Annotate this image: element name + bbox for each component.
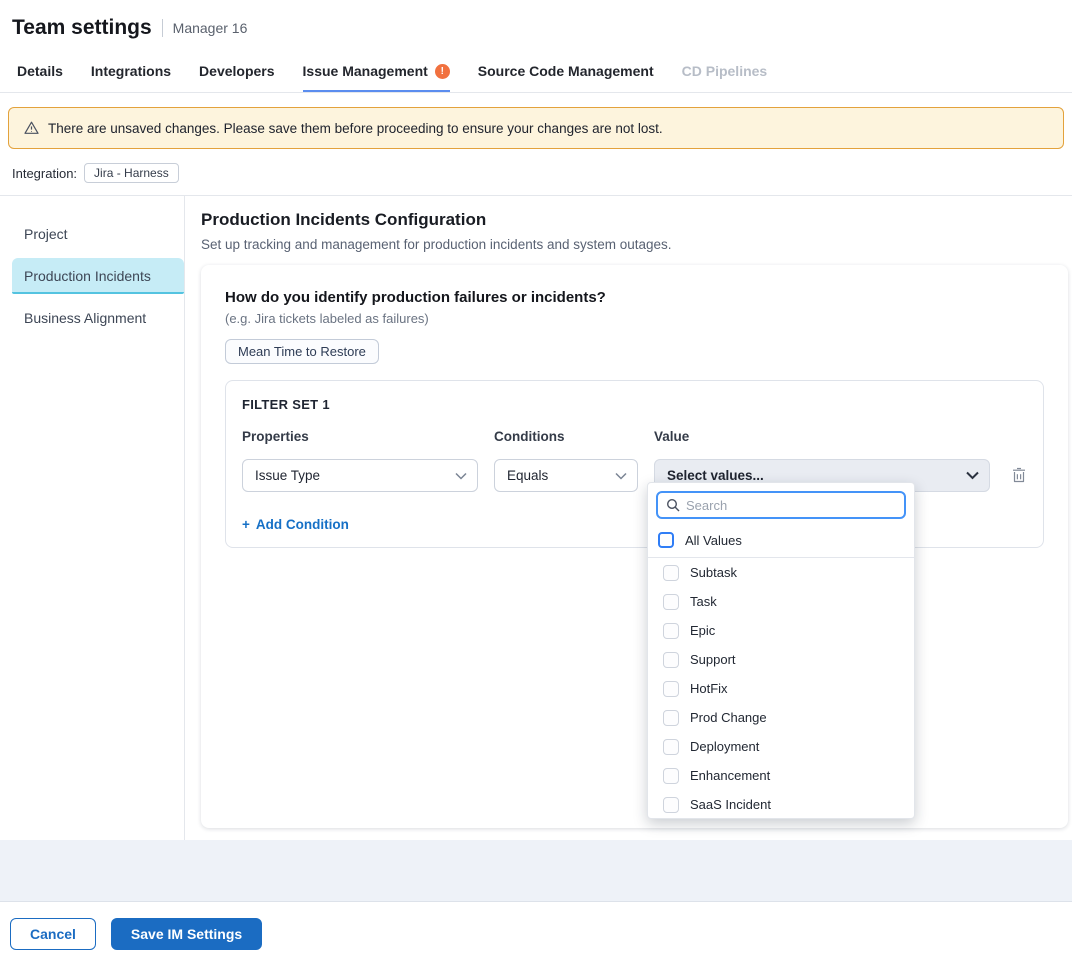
section-subtitle: Set up tracking and management for produ…: [201, 237, 1068, 252]
chevron-down-icon: [966, 471, 979, 480]
header-divider: [162, 19, 163, 37]
option-checkbox[interactable]: [663, 594, 679, 610]
cancel-button[interactable]: Cancel: [10, 918, 96, 950]
option-hotfix[interactable]: HotFix: [648, 674, 914, 703]
column-header-conditions: Conditions: [494, 429, 654, 444]
condition-select-value: Equals: [507, 468, 548, 483]
header-subtitle: Manager 16: [173, 20, 248, 36]
tab-developers[interactable]: Developers: [199, 52, 274, 92]
option-checkbox[interactable]: [663, 565, 679, 581]
value-select-placeholder: Select values...: [667, 468, 764, 483]
sidebar-item-business-alignment[interactable]: Business Alignment: [12, 300, 184, 336]
column-header-value: Value: [654, 429, 990, 444]
tab-label: Details: [17, 63, 63, 79]
config-card: How do you identify production failures …: [201, 265, 1068, 828]
option-epic[interactable]: Epic: [648, 616, 914, 645]
option-label: HotFix: [690, 681, 728, 696]
option-saas-incident[interactable]: SaaS Incident: [648, 790, 914, 819]
sidebar-item-production-incidents[interactable]: Production Incidents: [12, 258, 184, 294]
integration-row: Integration: Jira - Harness: [0, 161, 1072, 195]
tab-label: Integrations: [91, 63, 171, 79]
value-dropdown-panel: All Values Subtask Task Epic Support: [647, 482, 915, 819]
option-label: Epic: [690, 623, 715, 638]
option-label: Prod Change: [690, 710, 767, 725]
alert-badge: !: [435, 64, 450, 79]
option-label: Task: [690, 594, 717, 609]
search-input[interactable]: [686, 498, 896, 513]
tab-label: Source Code Management: [478, 63, 654, 79]
option-checkbox[interactable]: [663, 623, 679, 639]
trash-icon: [1011, 467, 1027, 484]
option-label: Support: [690, 652, 736, 667]
filter-set-card: FILTER SET 1 Properties Conditions Value…: [225, 380, 1044, 548]
sidebar-item-project[interactable]: Project: [12, 216, 184, 252]
sidebar: Project Production Incidents Business Al…: [0, 196, 185, 840]
add-condition-label: Add Condition: [256, 517, 349, 532]
page-title: Team settings: [12, 16, 152, 40]
integration-label: Integration:: [12, 166, 77, 181]
metric-chip-mean-time-to-restore[interactable]: Mean Time to Restore: [225, 339, 379, 364]
option-checkbox[interactable]: [663, 768, 679, 784]
footer-actions: Cancel Save IM Settings: [0, 902, 1072, 966]
page-header: Team settings Manager 16: [0, 0, 1072, 52]
search-icon: [666, 498, 680, 512]
question-title: How do you identify production failures …: [225, 289, 1044, 306]
option-task[interactable]: Task: [648, 587, 914, 616]
settings-tabbar: Details Integrations Developers Issue Ma…: [0, 52, 1072, 93]
option-label: Deployment: [690, 739, 759, 754]
tab-source-code-management[interactable]: Source Code Management: [478, 52, 654, 92]
option-support[interactable]: Support: [648, 645, 914, 674]
option-enhancement[interactable]: Enhancement: [648, 761, 914, 790]
tab-integrations[interactable]: Integrations: [91, 52, 171, 92]
filter-column-headers: Properties Conditions Value: [242, 429, 1027, 444]
chevron-down-icon: [455, 472, 467, 480]
property-select-value: Issue Type: [255, 468, 320, 483]
tab-label: Issue Management: [303, 63, 428, 79]
all-values-checkbox[interactable]: [658, 532, 674, 548]
option-label: Enhancement: [690, 768, 770, 783]
bottom-band: [0, 840, 1072, 902]
option-prod-change[interactable]: Prod Change: [648, 703, 914, 732]
question-hint: (e.g. Jira tickets labeled as failures): [225, 311, 1044, 326]
tab-cd-pipelines: CD Pipelines: [682, 52, 768, 92]
filter-set-title: FILTER SET 1: [242, 397, 1027, 412]
tab-label: CD Pipelines: [682, 63, 768, 79]
option-checkbox[interactable]: [663, 652, 679, 668]
delete-filter-button[interactable]: [1011, 467, 1027, 484]
settings-body: Project Production Incidents Business Al…: [0, 196, 1072, 840]
dropdown-search: [656, 491, 906, 519]
option-checkbox[interactable]: [663, 710, 679, 726]
tab-label: Developers: [199, 63, 274, 79]
option-all-values[interactable]: All Values: [648, 527, 914, 558]
main-content: Production Incidents Configuration Set u…: [185, 196, 1072, 840]
property-select[interactable]: Issue Type: [242, 459, 478, 492]
plus-icon: +: [242, 517, 250, 532]
chevron-down-icon: [615, 472, 627, 480]
condition-select[interactable]: Equals: [494, 459, 638, 492]
option-checkbox[interactable]: [663, 681, 679, 697]
section-title: Production Incidents Configuration: [201, 210, 1068, 230]
save-im-settings-button[interactable]: Save IM Settings: [111, 918, 262, 950]
option-checkbox[interactable]: [663, 797, 679, 813]
unsaved-changes-banner: There are unsaved changes. Please save t…: [8, 107, 1064, 149]
option-checkbox[interactable]: [663, 739, 679, 755]
add-condition-button[interactable]: + Add Condition: [242, 517, 349, 532]
tab-details[interactable]: Details: [17, 52, 63, 92]
option-label: SaaS Incident: [690, 797, 771, 812]
integration-chip[interactable]: Jira - Harness: [84, 163, 179, 183]
option-label: All Values: [685, 533, 742, 548]
warning-triangle-icon: [23, 120, 40, 136]
tab-issue-management[interactable]: Issue Management !: [303, 52, 450, 92]
option-subtask[interactable]: Subtask: [648, 558, 914, 587]
option-label: Subtask: [690, 565, 737, 580]
option-deployment[interactable]: Deployment: [648, 732, 914, 761]
banner-text: There are unsaved changes. Please save t…: [48, 121, 663, 136]
column-header-properties: Properties: [242, 429, 494, 444]
